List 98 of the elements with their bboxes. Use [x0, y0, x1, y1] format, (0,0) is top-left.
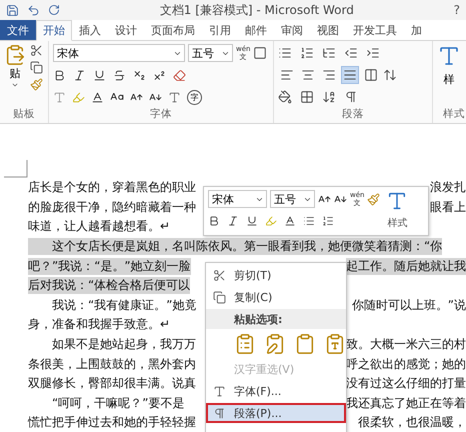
- format-painter-icon[interactable]: [30, 78, 43, 91]
- italic-icon[interactable]: [227, 215, 239, 227]
- document-text: 起工作。随后她就让我: [346, 258, 466, 275]
- document-text: 店长是个女的，穿着黑色的职业: [28, 179, 196, 196]
- paragraph-icon: [212, 406, 226, 420]
- menu-item[interactable]: 剪切(T): [206, 265, 346, 285]
- align-left-icon: [280, 68, 294, 82]
- document-text: 如果不是她站起身，我万万: [51, 336, 196, 354]
- font-letter-icon: [212, 384, 226, 398]
- page-corner-mark: [4, 160, 28, 178]
- underline-icon[interactable]: [93, 68, 106, 82]
- line-spacing-icon[interactable]: [383, 68, 397, 82]
- font-size-dropdown[interactable]: 五号: [270, 190, 315, 208]
- ribbon-tab[interactable]: 视图: [310, 20, 346, 40]
- paste-label[interactable]: 贴: [10, 66, 20, 81]
- help-button[interactable]: ?: [454, 3, 460, 17]
- menu-item[interactable]: 段落(P)...: [206, 403, 346, 423]
- ribbon-tab[interactable]: 插入: [72, 20, 108, 40]
- cut-icon[interactable]: [30, 44, 43, 57]
- show-marks-icon[interactable]: [344, 90, 358, 104]
- ribbon-tab[interactable]: 开始: [36, 20, 72, 41]
- redo-icon[interactable]: [48, 4, 60, 16]
- paste-text-only-icon[interactable]: [324, 333, 346, 355]
- menu-item[interactable]: 字体(F)...: [206, 381, 346, 401]
- paste-merge-format-icon[interactable]: [264, 333, 286, 355]
- character-border-icon[interactable]: [253, 46, 268, 60]
- font-color-icon[interactable]: [284, 215, 296, 227]
- ribbon-tab[interactable]: 引用: [202, 20, 238, 40]
- copy-icon: [212, 290, 226, 304]
- document-text: 很柔软，也很温暖，: [358, 414, 466, 432]
- menu-section-header: 粘贴选项:: [206, 309, 346, 329]
- numbering-icon[interactable]: [322, 215, 334, 227]
- justify-icon: [343, 68, 357, 82]
- document-text: 慌忙把手伸过去和她的手轻轻握: [28, 414, 196, 432]
- scissors-icon: [212, 268, 226, 282]
- sort-icon[interactable]: [322, 90, 336, 104]
- font-size-dropdown[interactable]: 五号: [188, 44, 233, 62]
- borders-icon[interactable]: [300, 90, 314, 104]
- save-icon[interactable]: [6, 4, 19, 16]
- document-text: 致。大概一米六三的村: [346, 336, 466, 354]
- document-text: 的脸庞很干净，隐约暗藏着一种: [28, 198, 196, 216]
- ribbon-tab[interactable]: 审阅: [274, 20, 310, 40]
- styles-icon[interactable]: [437, 44, 461, 68]
- superscript-icon[interactable]: [153, 68, 166, 82]
- align-right-icon: [322, 68, 336, 82]
- document-text: 眼看上: [430, 198, 466, 216]
- font-name-dropdown[interactable]: 宋体: [208, 190, 267, 208]
- menu-item[interactable]: 复制(C): [206, 287, 346, 307]
- font-name-dropdown[interactable]: 宋体: [53, 44, 185, 62]
- strikethrough-icon[interactable]: [113, 68, 126, 82]
- group-label: 样式: [442, 107, 466, 122]
- font-color-icon[interactable]: [91, 90, 104, 104]
- styles-button-label[interactable]: 样: [444, 72, 454, 87]
- ribbon-tab[interactable]: 页面布局: [144, 20, 202, 40]
- document-text: 后对我说：“体检合格后便可以: [28, 277, 190, 294]
- format-painter-icon[interactable]: [367, 192, 380, 206]
- italic-icon[interactable]: [73, 68, 86, 82]
- file-tab[interactable]: 文件: [0, 20, 36, 40]
- enclose-characters-button[interactable]: 字: [187, 90, 202, 104]
- distributed-icon: [364, 68, 378, 82]
- ribbon-tab[interactable]: 加: [404, 20, 429, 40]
- document-text: 吧？”我说：“是。”她立刻一脸: [28, 258, 191, 275]
- document-text: 条很美，上围鼓鼓的，黑外套内: [28, 356, 196, 373]
- paste-keep-format-icon[interactable]: [234, 333, 256, 355]
- subscript-icon[interactable]: [133, 68, 146, 82]
- ribbon-tab[interactable]: 开发工具: [346, 20, 404, 40]
- justify-button[interactable]: [341, 66, 359, 84]
- document-text: 我说：“我有健康证。”她竟: [51, 296, 196, 314]
- decrease-indent-icon[interactable]: [344, 46, 358, 60]
- ribbon-tab[interactable]: 设计: [108, 20, 144, 40]
- align-center-icon: [301, 68, 315, 82]
- document-text: “呵呵，干嘛呢？”要不是: [51, 394, 184, 412]
- bold-icon[interactable]: [53, 68, 66, 82]
- underline-icon[interactable]: [246, 215, 258, 227]
- copy-icon[interactable]: [30, 61, 43, 74]
- document-text: 味道，让人越看越想看。↵: [28, 218, 170, 236]
- shading-icon[interactable]: [278, 90, 292, 104]
- caret-icon[interactable]: [11, 81, 19, 89]
- document-text: 我还真忘了她正在等着: [346, 394, 466, 412]
- document-text: 没有过这么仔细的打量: [346, 375, 466, 392]
- undo-icon[interactable]: [27, 4, 40, 16]
- document-text: 双腿修长，臀部却很丰满。说真: [28, 375, 196, 392]
- document-text: 浪发扎: [430, 179, 466, 196]
- document-text: 这个女店长便是岚姐，名叫陈依风。第一眼看到我，她便微笑着猜测：“你: [28, 238, 442, 256]
- bold-icon[interactable]: [208, 215, 220, 227]
- window-title: 文档1 [兼容模式] - Microsoft Word: [158, 2, 355, 18]
- group-label: 贴板: [12, 107, 36, 122]
- eraser-icon[interactable]: [173, 68, 186, 82]
- styles-label[interactable]: 样式: [387, 216, 408, 230]
- paste-picture-icon[interactable]: [294, 333, 316, 355]
- ribbon-tab[interactable]: 邮件: [238, 20, 274, 40]
- document-text: 身，准备和我握手致意。↵: [28, 316, 170, 334]
- numbering-icon[interactable]: [300, 46, 314, 60]
- group-label: 段落: [341, 107, 365, 122]
- document-text: 你随时可以上班。”说: [352, 296, 466, 314]
- increase-indent-icon[interactable]: [366, 46, 380, 60]
- group-label: 字体: [149, 107, 173, 122]
- multilevel-list-icon[interactable]: [322, 46, 336, 60]
